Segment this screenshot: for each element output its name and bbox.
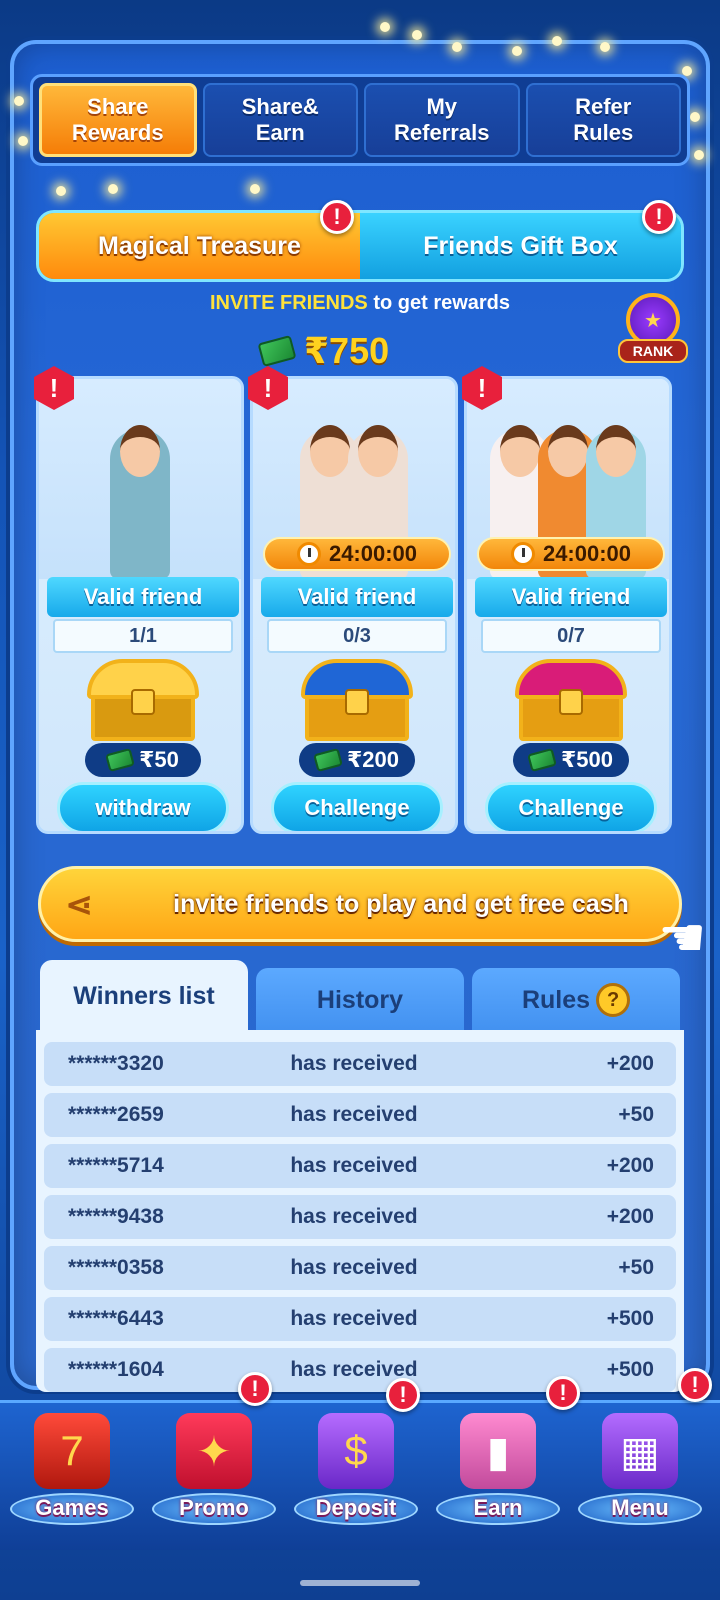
challenge-button[interactable]: Challenge	[271, 782, 443, 831]
tab-magical-treasure[interactable]: Magical Treasure	[39, 213, 360, 279]
invite-highlight: INVITE FRIENDS	[209, 292, 368, 314]
list-tab-bar: Winners list History Rules ?	[40, 960, 680, 1032]
tab-share-rewards[interactable]: Share Rewards	[39, 83, 197, 157]
alert-badge-icon: !	[238, 1372, 272, 1406]
list-item: ******0358 has received +50	[44, 1246, 676, 1290]
valid-friend-label: Valid friend	[47, 577, 239, 617]
cash-icon	[527, 747, 557, 773]
total-amount: ₹750	[304, 330, 390, 371]
blue-chest-icon	[301, 659, 413, 741]
clock-icon	[510, 542, 535, 566]
phone-icon: ▮	[460, 1413, 536, 1489]
tab-share-earn[interactable]: Share& Earn	[202, 83, 358, 157]
alert-badge-icon: !	[386, 1378, 420, 1412]
pink-chest-icon	[515, 659, 627, 741]
reward-amount: ₹500	[513, 743, 629, 777]
valid-friend-label: Valid friend	[261, 577, 453, 617]
alert-badge-icon: !	[642, 200, 676, 234]
tab-winners-list[interactable]: Winners list	[40, 960, 248, 1032]
nav-deposit[interactable]: $ Deposit	[288, 1409, 424, 1539]
cash-icon	[313, 747, 343, 773]
invite-headline: INVITE FRIENDS to get rewards	[0, 292, 720, 315]
top-tab-bar: Share Rewards Share& Earn My Referrals R…	[30, 74, 690, 166]
friend-illustration	[39, 379, 241, 579]
list-item: ******6443 has received +500	[44, 1297, 676, 1341]
reward-card-2: 24:00:00 Valid friend 0/3 ₹200 Challenge	[250, 376, 458, 834]
tab-rules[interactable]: Rules ?	[472, 968, 680, 1032]
nav-promo[interactable]: ✦ Promo	[146, 1409, 282, 1539]
rank-label: RANK	[618, 339, 688, 363]
list-item: ******3320 has received +200	[44, 1042, 676, 1086]
challenge-button[interactable]: Challenge	[485, 782, 657, 831]
gold-chest-icon	[87, 659, 199, 741]
sub-tab-bar: Magical Treasure Friends Gift Box	[36, 210, 684, 282]
alert-badge-icon: !	[320, 200, 354, 234]
nav-menu[interactable]: ▦ Menu	[572, 1409, 708, 1539]
invite-rest: to get rewards	[367, 292, 511, 314]
nav-games[interactable]: 7 Games	[4, 1409, 140, 1539]
reward-amount: ₹50	[85, 743, 201, 777]
wallet-icon: $	[318, 1413, 394, 1489]
countdown-timer: 24:00:00	[263, 537, 451, 571]
invite-friends-button[interactable]: ⋖ invite friends to play and get free ca…	[38, 866, 682, 942]
slot-machine-icon: 7	[34, 1413, 110, 1489]
tab-refer-rules[interactable]: Refer Rules	[525, 83, 681, 157]
nav-earn[interactable]: ▮ Earn	[430, 1409, 566, 1539]
countdown-timer: 24:00:00	[477, 537, 665, 571]
rank-button[interactable]: ★ RANK	[618, 293, 688, 367]
cash-icon	[105, 747, 135, 773]
list-item: ******1604 has received +500	[44, 1348, 676, 1392]
friend-progress: 0/3	[267, 619, 447, 653]
bottom-nav: 7 Games ✦ Promo $ Deposit ▮ Earn ▦ Menu	[0, 1400, 720, 1550]
list-item: ******5714 has received +200	[44, 1144, 676, 1188]
home-indicator[interactable]	[300, 1580, 420, 1586]
tab-history[interactable]: History	[256, 968, 464, 1032]
valid-friend-label: Valid friend	[475, 577, 667, 617]
winners-list[interactable]: ******3320 has received +200 ******2659 has…	[36, 1030, 684, 1392]
reward-amount: ₹200	[299, 743, 415, 777]
cash-icon	[257, 335, 297, 367]
reward-card-1: Valid friend 1/1 ₹50 withdraw	[36, 376, 244, 834]
gift-icon: ✦	[176, 1413, 252, 1489]
friend-progress: 0/7	[481, 619, 661, 653]
friend-progress: 1/1	[53, 619, 233, 653]
share-icon: ⋖	[64, 886, 94, 924]
reward-card-3: 24:00:00 Valid friend 0/7 ₹500 Challenge	[464, 376, 672, 834]
clock-icon	[296, 542, 321, 566]
list-item: ******9438 has received +200	[44, 1195, 676, 1239]
tab-my-referrals[interactable]: My Referrals	[364, 83, 520, 157]
menu-book-icon: ▦	[602, 1413, 678, 1489]
total-reward: ₹750	[257, 330, 390, 372]
tab-friends-gift-box[interactable]: Friends Gift Box	[360, 213, 681, 279]
question-icon: ?	[596, 983, 631, 1017]
list-item: ******2659 has received +50	[44, 1093, 676, 1137]
alert-badge-icon: !	[546, 1376, 580, 1410]
alert-badge-icon: !	[678, 1368, 712, 1402]
withdraw-button[interactable]: withdraw	[57, 782, 229, 831]
